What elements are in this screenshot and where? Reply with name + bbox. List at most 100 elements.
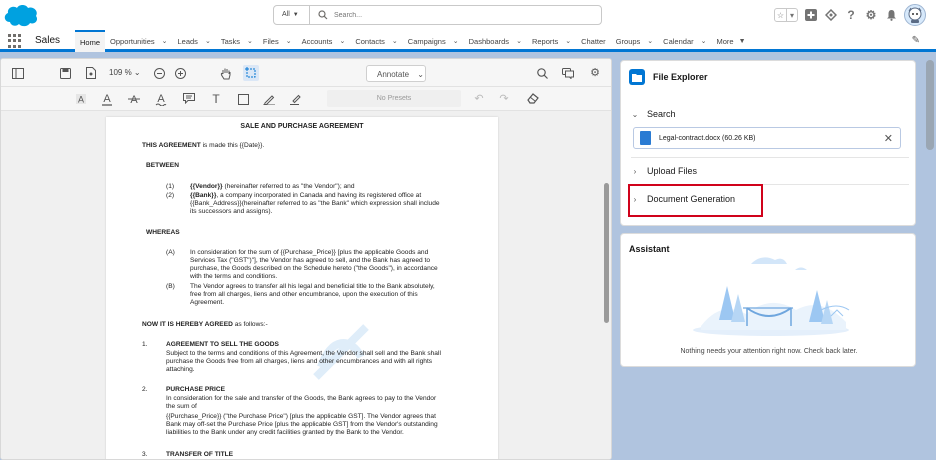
- pan-hand-icon[interactable]: [219, 66, 233, 80]
- nav-item-files[interactable]: Files ⌄: [258, 30, 297, 52]
- toggle-sidebar-icon[interactable]: [11, 67, 25, 79]
- edit-nav-pencil-icon[interactable]: ✎: [912, 35, 920, 46]
- nav-item-label: Campaigns: [407, 36, 446, 46]
- eraser-icon[interactable]: [527, 92, 539, 104]
- nav-item-tasks[interactable]: Tasks ⌄: [216, 30, 258, 52]
- annotate-mode-select[interactable]: Annotate ⌄: [366, 65, 426, 82]
- document-generation-highlight: [628, 184, 763, 217]
- nav-item-leads[interactable]: Leads ⌄: [173, 30, 216, 52]
- section-divider: [631, 157, 909, 158]
- chevron-down-icon[interactable]: ⌄: [162, 37, 168, 45]
- nav-item-opportunities[interactable]: Opportunities ⌄: [105, 30, 172, 52]
- redo-icon[interactable]: ↷: [498, 92, 510, 105]
- chevron-down-icon[interactable]: ⌄: [516, 37, 522, 45]
- text-strikethrough-icon[interactable]: A: [128, 91, 140, 106]
- svg-text:A: A: [157, 93, 165, 105]
- nav-item-chatter[interactable]: Chatter: [576, 30, 611, 52]
- free-text-icon[interactable]: T: [210, 92, 222, 106]
- chevron-down-icon[interactable]: ⌄: [565, 37, 571, 45]
- whereas-heading: WHEREAS: [146, 229, 180, 236]
- search-input[interactable]: [334, 8, 594, 22]
- folder-icon: [629, 69, 645, 85]
- text-squiggly-icon[interactable]: A: [155, 91, 167, 106]
- nav-item-home[interactable]: Home: [75, 30, 106, 52]
- agreement-intro: THIS AGREEMENT is made this {{Date}}.: [142, 142, 265, 149]
- recital-b-line-1: The Vendor agrees to transfer all his le…: [190, 283, 435, 290]
- party-1-text: {{Vendor}} (hereinafter referred to as "…: [190, 183, 355, 190]
- section-1-title: AGREEMENT TO SELL THE GOODS: [166, 341, 279, 348]
- text-underline-icon[interactable]: A: [101, 91, 113, 106]
- party-2-line-1: {{Bank}}, a company incorporated in Cana…: [190, 192, 422, 199]
- pen-draw-icon[interactable]: [263, 92, 275, 105]
- undo-icon[interactable]: ↶: [473, 92, 485, 105]
- style-presets[interactable]: No Presets: [327, 90, 461, 107]
- favorite-star-icon[interactable]: ☆: [775, 9, 786, 21]
- text-highlight-icon[interactable]: A: [75, 92, 87, 105]
- highlighter-icon[interactable]: [290, 92, 302, 105]
- window-scrollbar[interactable]: [926, 60, 934, 150]
- section-2-line-5: liabilities to the Bank under any credit…: [166, 429, 404, 436]
- recital-b-line-2: free from all charges, liens and other e…: [190, 291, 418, 298]
- search-scope-select[interactable]: All ▼: [274, 6, 310, 24]
- selected-file-pill[interactable]: Legal-contract.docx (60.26 KB) ✕: [633, 127, 901, 149]
- agreed-clause: NOW IT IS HEREBY AGREED as follows:-: [142, 321, 268, 328]
- favorites-list-chevron-icon[interactable]: ▾: [786, 9, 797, 21]
- nav-item-groups[interactable]: Groups ⌄: [611, 30, 658, 52]
- chevron-down-icon[interactable]: ⌄: [247, 37, 253, 45]
- recital-b-line-3: Agreement.: [190, 299, 225, 306]
- svg-text:A: A: [130, 94, 138, 106]
- settings-gear-icon[interactable]: ⚙: [589, 66, 601, 79]
- app-launcher-icon[interactable]: [8, 34, 22, 48]
- nav-item-label: Contacts: [355, 36, 385, 46]
- chevron-down-icon[interactable]: ⌄: [647, 37, 653, 45]
- setup-gear-icon[interactable]: ⚙: [864, 8, 878, 22]
- chevron-down-icon[interactable]: ⌄: [286, 37, 292, 45]
- nav-item-contacts[interactable]: Contacts ⌄: [350, 30, 402, 52]
- section-2-line-2: the sum of: [166, 403, 197, 410]
- chevron-down-icon[interactable]: ▼: [739, 38, 746, 45]
- chevron-down-icon[interactable]: ⌄: [339, 37, 345, 45]
- search-icon[interactable]: [536, 67, 548, 79]
- app-nav-bar: Sales Home Opportunities ⌄ Leads ⌄ Tasks ⌄ File…: [0, 30, 936, 52]
- upload-files-section-toggle[interactable]: › Upload Files: [631, 160, 909, 182]
- nav-item-accounts[interactable]: Accounts ⌄: [297, 30, 351, 52]
- document-scrollbar[interactable]: [604, 183, 609, 323]
- annotation-toolbar: A A A A T No Presets ↶ ↷: [1, 87, 611, 111]
- help-icon[interactable]: ?: [844, 8, 858, 22]
- document-page: SALE AND PURCHASE AGREEMENT THIS AGREEME…: [106, 117, 498, 459]
- chevron-down-icon[interactable]: ⌄: [205, 37, 211, 45]
- zoom-in-icon[interactable]: [174, 67, 186, 79]
- notifications-bell-icon[interactable]: [884, 8, 898, 22]
- selected-file-name: Legal-contract.docx (60.26 KB): [659, 134, 756, 142]
- assistant-empty-message: Nothing needs your attention right now. …: [680, 348, 858, 355]
- zoom-out-icon[interactable]: [153, 67, 165, 79]
- nav-item-calendar[interactable]: Calendar ⌄: [658, 30, 711, 52]
- user-avatar[interactable]: [904, 4, 926, 26]
- select-region-icon[interactable]: [243, 65, 259, 81]
- word-document-icon: [640, 131, 651, 145]
- rectangle-shape-icon[interactable]: [237, 93, 249, 105]
- document-canvas[interactable]: SALE AND PURCHASE AGREEMENT THIS AGREEME…: [1, 111, 611, 459]
- chevron-down-icon[interactable]: ⌄: [701, 37, 707, 45]
- search-section-toggle[interactable]: ⌄ Search: [631, 103, 909, 125]
- save-disk-icon[interactable]: [59, 67, 71, 79]
- chevron-down-icon[interactable]: ⌄: [453, 37, 459, 45]
- nav-item-dashboards[interactable]: Dashboards ⌄: [464, 30, 527, 52]
- nav-item-campaigns[interactable]: Campaigns ⌄: [403, 30, 464, 52]
- app-name: Sales: [35, 35, 61, 46]
- comments-icon[interactable]: [562, 67, 574, 79]
- remove-file-close-icon[interactable]: ✕: [884, 132, 893, 145]
- add-icon[interactable]: [804, 8, 818, 22]
- nav-item-label: Dashboards: [468, 36, 510, 46]
- salesforce-logo-icon[interactable]: [2, 2, 40, 28]
- chevron-down-icon[interactable]: ⌄: [392, 37, 398, 45]
- sticky-note-icon[interactable]: [182, 92, 195, 104]
- recital-a-number: (A): [166, 249, 175, 256]
- search-section-label: Search: [647, 109, 676, 119]
- section-1-number: 1.: [142, 341, 148, 348]
- nav-item-more[interactable]: More ▼: [711, 30, 750, 52]
- page-settings-icon[interactable]: [85, 66, 97, 79]
- trailhead-icon[interactable]: [824, 8, 838, 22]
- nav-item-reports[interactable]: Reports ⌄: [527, 30, 576, 52]
- zoom-level[interactable]: 109 % ⌄: [109, 68, 141, 77]
